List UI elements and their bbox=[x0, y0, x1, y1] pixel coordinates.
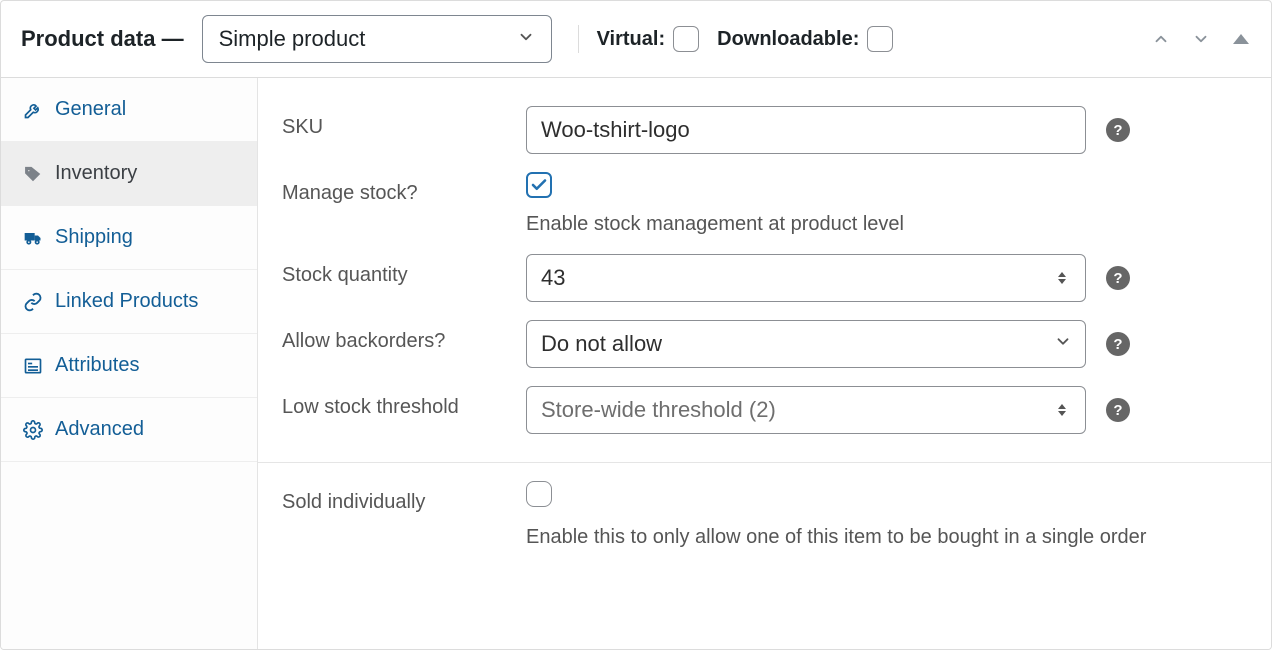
chevron-down-icon bbox=[1054, 333, 1072, 356]
row-low-stock: Low stock threshold ? bbox=[258, 368, 1271, 434]
low-stock-input[interactable] bbox=[526, 386, 1086, 434]
sidebar-item-label: General bbox=[55, 98, 126, 121]
move-down-button[interactable] bbox=[1191, 29, 1211, 49]
stepper-down-icon[interactable] bbox=[1058, 411, 1066, 416]
tag-icon bbox=[23, 164, 43, 184]
sidebar-item-label: Inventory bbox=[55, 162, 137, 185]
panel-body: General Inventory Shipping Linked Produc… bbox=[1, 78, 1271, 649]
sidebar-tab-inventory[interactable]: Inventory bbox=[1, 142, 257, 206]
panel-title: Product data — bbox=[21, 26, 184, 52]
help-icon[interactable]: ? bbox=[1106, 118, 1130, 142]
product-type-value: Simple product bbox=[219, 26, 366, 52]
sidebar-tab-general[interactable]: General bbox=[1, 78, 257, 142]
sidebar-item-label: Shipping bbox=[55, 226, 133, 249]
collapse-toggle[interactable] bbox=[1231, 29, 1251, 49]
sidebar-item-label: Linked Products bbox=[55, 290, 198, 313]
sidebar-tab-shipping[interactable]: Shipping bbox=[1, 206, 257, 270]
help-icon[interactable]: ? bbox=[1106, 398, 1130, 422]
label-backorders: Allow backorders? bbox=[282, 320, 526, 353]
help-icon[interactable]: ? bbox=[1106, 266, 1130, 290]
stepper-down-icon[interactable] bbox=[1058, 279, 1066, 284]
label-sku: SKU bbox=[282, 106, 526, 139]
sidebar-item-label: Advanced bbox=[55, 418, 144, 441]
sidebar-tab-attributes[interactable]: Attributes bbox=[1, 334, 257, 398]
move-up-button[interactable] bbox=[1151, 29, 1171, 49]
sidebar-item-label: Attributes bbox=[55, 354, 139, 377]
wrench-icon bbox=[23, 100, 43, 120]
stock-quantity-input[interactable] bbox=[526, 254, 1086, 302]
manage-stock-checkbox[interactable] bbox=[526, 172, 552, 198]
row-sold-individually: Sold individually Enable this to only al… bbox=[258, 463, 1271, 549]
row-manage-stock: Manage stock? Enable stock management at… bbox=[258, 154, 1271, 236]
label-sold-individually: Sold individually bbox=[282, 481, 526, 514]
product-type-select[interactable]: Simple product bbox=[202, 15, 552, 63]
sku-input[interactable] bbox=[526, 106, 1086, 154]
stepper-up-icon[interactable] bbox=[1058, 404, 1066, 409]
row-sku: SKU ? bbox=[258, 78, 1271, 154]
help-icon[interactable]: ? bbox=[1106, 332, 1130, 356]
label-low-stock: Low stock threshold bbox=[282, 386, 526, 419]
label-manage-stock: Manage stock? bbox=[282, 172, 526, 205]
row-stock-quantity: Stock quantity ? bbox=[258, 236, 1271, 302]
virtual-label: Virtual: bbox=[597, 28, 666, 51]
quantity-stepper[interactable] bbox=[1058, 265, 1076, 291]
content-area: SKU ? Manage stock? Enable stock managem… bbox=[258, 78, 1271, 649]
sold-individually-desc: Enable this to only allow one of this it… bbox=[526, 526, 1247, 549]
row-backorders: Allow backorders? Do not allow ? bbox=[258, 302, 1271, 368]
label-stock-quantity: Stock quantity bbox=[282, 254, 526, 287]
gear-icon bbox=[23, 420, 43, 440]
downloadable-label: Downloadable: bbox=[717, 28, 859, 51]
backorders-select[interactable]: Do not allow bbox=[526, 320, 1086, 368]
downloadable-checkbox[interactable] bbox=[867, 26, 893, 52]
low-stock-stepper[interactable] bbox=[1058, 397, 1076, 423]
downloadable-group: Downloadable: bbox=[717, 26, 893, 52]
attributes-icon bbox=[23, 356, 43, 376]
link-icon bbox=[23, 292, 43, 312]
product-data-panel: Product data — Simple product Virtual: D… bbox=[0, 0, 1272, 650]
virtual-group: Virtual: bbox=[597, 26, 700, 52]
backorders-value: Do not allow bbox=[541, 331, 662, 357]
sidebar-tab-linked[interactable]: Linked Products bbox=[1, 270, 257, 334]
manage-stock-desc: Enable stock management at product level bbox=[526, 213, 1247, 236]
truck-icon bbox=[23, 228, 43, 248]
virtual-checkbox[interactable] bbox=[673, 26, 699, 52]
panel-header: Product data — Simple product Virtual: D… bbox=[1, 1, 1271, 78]
sidebar: General Inventory Shipping Linked Produc… bbox=[1, 78, 258, 649]
stepper-up-icon[interactable] bbox=[1058, 272, 1066, 277]
chevron-down-icon bbox=[517, 26, 535, 52]
sidebar-tab-advanced[interactable]: Advanced bbox=[1, 398, 257, 462]
panel-controls bbox=[1151, 29, 1251, 49]
divider-vertical bbox=[578, 25, 579, 53]
sold-individually-checkbox[interactable] bbox=[526, 481, 552, 507]
